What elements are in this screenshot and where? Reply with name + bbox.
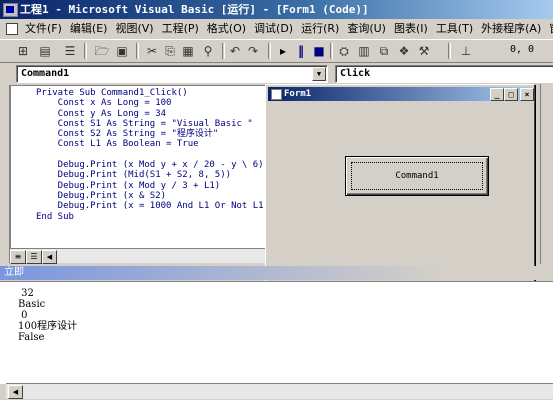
menu-debug[interactable]: 调试(D): [250, 19, 297, 39]
add-project-icon[interactable]: ⊞: [14, 43, 32, 59]
menu-window[interactable]: 窗口: [545, 19, 553, 39]
copy-icon[interactable]: ⎘: [162, 43, 178, 59]
open-icon[interactable]: 🗁: [94, 43, 110, 59]
form1-title: Form1: [284, 89, 312, 99]
code-text[interactable]: Private Sub Command1_Click() Const x As …: [36, 88, 267, 222]
output-line: 0: [18, 310, 28, 321]
immediate-output[interactable]: 32 Basic 0 100程序设计 False: [18, 288, 77, 343]
app-icon[interactable]: [3, 3, 18, 17]
output-line: 100程序设计: [18, 321, 78, 332]
maximize-icon[interactable]: □: [504, 88, 518, 101]
menu-run[interactable]: 运行(R): [297, 19, 343, 39]
procedure-combo[interactable]: Click: [335, 65, 553, 83]
coordinates-readout: 0, 0: [510, 44, 535, 55]
add-form-icon[interactable]: ▤: [36, 43, 54, 59]
form1-title-bar[interactable]: Form1 _ □ ×: [268, 87, 534, 101]
code-line: Const x As Long = 100: [36, 98, 172, 109]
right-panel-edge: [540, 84, 553, 264]
immediate-window-title-bar[interactable]: 立即: [0, 266, 553, 280]
break-icon[interactable]: ‖: [294, 43, 308, 59]
menu-file[interactable]: 文件(F): [21, 19, 66, 39]
immediate-window-title: 立即: [4, 267, 24, 278]
menu-diagram[interactable]: 图表(I): [390, 19, 432, 39]
code-line: Const y As Long = 34: [36, 108, 167, 119]
menu-project[interactable]: 工程(P): [158, 19, 203, 39]
output-line: False: [18, 332, 45, 343]
code-line: Debug.Print (x = 1000 And L1 Or Not L1): [36, 201, 267, 212]
object-browser-icon[interactable]: ❖: [396, 43, 412, 59]
code-editor[interactable]: Private Sub Command1_Click() Const x As …: [10, 85, 267, 249]
object-combo-value: Command1: [21, 68, 70, 79]
start-icon[interactable]: ▸: [276, 43, 290, 59]
scroll-left-icon[interactable]: ◀: [42, 250, 57, 264]
scroll-left-icon[interactable]: ◀: [8, 385, 23, 399]
window-title: 工程1 - Microsoft Visual Basic [运行] - [For…: [20, 3, 369, 16]
procedure-combo-value: Click: [340, 68, 371, 79]
project-explorer-icon[interactable]: ⛭: [336, 43, 352, 59]
menu-query[interactable]: 查询(U): [343, 19, 390, 39]
immediate-window[interactable]: 32 Basic 0 100程序设计 False: [0, 281, 553, 384]
code-window-margin: [0, 85, 10, 263]
code-line: Debug.Print (x & S2): [36, 190, 167, 201]
undo-icon[interactable]: ↶: [228, 43, 242, 59]
code-line: Debug.Print (Mid(S1 + S2, 8, 5)): [36, 170, 232, 181]
menu-addins[interactable]: 外接程序(A): [477, 19, 545, 39]
code-line: Debug.Print (x Mod y / 3 + L1): [36, 180, 221, 191]
code-line: Const S1 As String = "Visual Basic ": [36, 118, 253, 129]
chevron-down-icon[interactable]: ▼: [312, 67, 326, 81]
close-icon[interactable]: ×: [520, 88, 534, 101]
standard-toolbar: ⊞ ▤ ☰ 🗁 ▣ ✂ ⎘ ▦ ⚲ ↶ ↷ ▸ ‖ ■ ⛭ ▥ ⧉ ❖ ⚒ ⊥ …: [0, 39, 553, 63]
menu-edit[interactable]: 编辑(E): [66, 19, 112, 39]
procedure-view-icon[interactable]: ≡: [10, 250, 26, 264]
document-icon[interactable]: [6, 23, 18, 35]
menu-bar: 文件(F) 编辑(E) 视图(V) 工程(P) 格式(O) 调试(D) 运行(R) 查询(U)…: [0, 19, 553, 39]
output-line: 32: [18, 288, 34, 299]
form-icon[interactable]: [271, 89, 282, 100]
form-layout-icon[interactable]: ⧉: [376, 43, 392, 59]
focus-rectangle: [351, 162, 483, 190]
menu-format[interactable]: 格式(O): [203, 19, 250, 39]
menu-tools[interactable]: 工具(T): [432, 19, 477, 39]
properties-icon[interactable]: ▥: [356, 43, 372, 59]
menu-view[interactable]: 视图(V): [111, 19, 157, 39]
menu-editor-icon[interactable]: ☰: [62, 43, 78, 59]
position-icon: ⊥: [460, 44, 472, 58]
immediate-horizontal-scrollbar[interactable]: ◀: [6, 383, 553, 399]
toolbox-icon[interactable]: ⚒: [416, 43, 432, 59]
code-line: Private Sub Command1_Click(): [36, 88, 188, 98]
code-line: Const S2 As String = "程序设计": [36, 129, 219, 140]
code-line: Debug.Print (x Mod y + x / 20 - y \ 6): [36, 160, 264, 171]
find-icon[interactable]: ⚲: [200, 43, 216, 59]
save-icon[interactable]: ▣: [114, 43, 130, 59]
redo-icon[interactable]: ↷: [246, 43, 260, 59]
stop-icon[interactable]: ■: [312, 43, 326, 59]
object-combo[interactable]: Command1 ▼: [16, 65, 328, 83]
title-bar: 工程1 - Microsoft Visual Basic [运行] - [For…: [0, 0, 553, 19]
minimize-icon[interactable]: _: [490, 88, 504, 101]
code-line: End Sub: [36, 211, 74, 222]
paste-icon[interactable]: ▦: [180, 43, 196, 59]
form1-window[interactable]: Form1 _ □ × Command1: [265, 84, 535, 286]
code-horizontal-scrollbar[interactable]: ≡ ☰ ◀: [10, 248, 265, 264]
full-module-view-icon[interactable]: ☰: [26, 250, 42, 264]
command1-button[interactable]: Command1: [345, 156, 489, 196]
cut-icon[interactable]: ✂: [144, 43, 160, 59]
code-line: Const L1 As Boolean = True: [36, 139, 199, 150]
output-line: Basic: [18, 299, 46, 310]
